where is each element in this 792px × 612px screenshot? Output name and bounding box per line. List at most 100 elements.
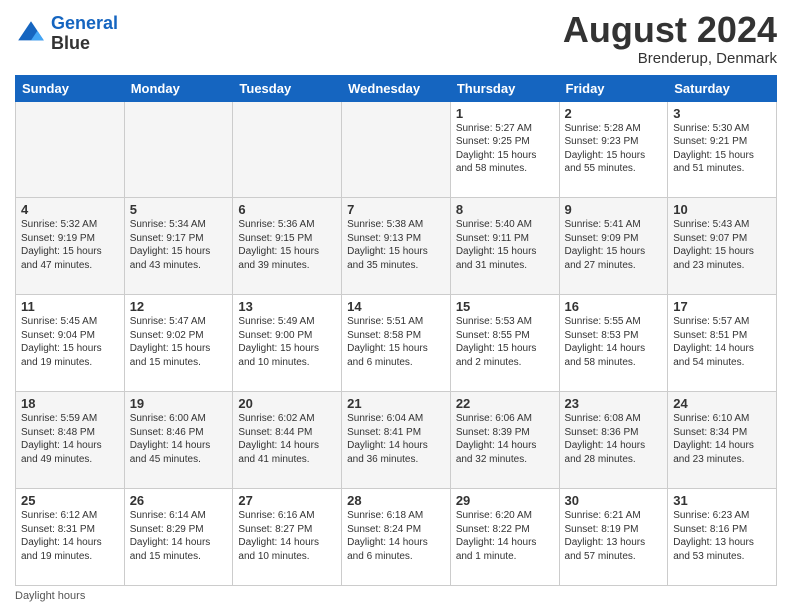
day-info: Sunrise: 5:27 AM Sunset: 9:25 PM Dayligh… — [456, 122, 554, 176]
day-info: Sunrise: 6:20 AM Sunset: 8:22 PM Dayligh… — [456, 509, 554, 563]
day-number: 25 — [21, 493, 119, 508]
calendar-body: 1Sunrise: 5:27 AM Sunset: 9:25 PM Daylig… — [16, 101, 777, 585]
calendar-cell: 2Sunrise: 5:28 AM Sunset: 9:23 PM Daylig… — [559, 101, 668, 198]
page: General Blue August 2024 Brenderup, Denm… — [0, 0, 792, 612]
day-info: Sunrise: 6:00 AM Sunset: 8:46 PM Dayligh… — [130, 412, 228, 466]
day-info: Sunrise: 6:14 AM Sunset: 8:29 PM Dayligh… — [130, 509, 228, 563]
day-number: 9 — [565, 202, 663, 217]
day-info: Sunrise: 5:55 AM Sunset: 8:53 PM Dayligh… — [565, 315, 663, 369]
day-info: Sunrise: 5:34 AM Sunset: 9:17 PM Dayligh… — [130, 218, 228, 272]
calendar-cell — [342, 101, 451, 198]
day-info: Sunrise: 5:30 AM Sunset: 9:21 PM Dayligh… — [673, 122, 771, 176]
day-number: 14 — [347, 299, 445, 314]
day-info: Sunrise: 5:36 AM Sunset: 9:15 PM Dayligh… — [238, 218, 336, 272]
day-info: Sunrise: 6:16 AM Sunset: 8:27 PM Dayligh… — [238, 509, 336, 563]
day-number: 21 — [347, 396, 445, 411]
day-number: 18 — [21, 396, 119, 411]
calendar-cell: 18Sunrise: 5:59 AM Sunset: 8:48 PM Dayli… — [16, 392, 125, 489]
day-info: Sunrise: 6:18 AM Sunset: 8:24 PM Dayligh… — [347, 509, 445, 563]
calendar-cell: 3Sunrise: 5:30 AM Sunset: 9:21 PM Daylig… — [668, 101, 777, 198]
day-number: 1 — [456, 106, 554, 121]
footer-note: Daylight hours — [15, 590, 777, 602]
calendar-cell: 10Sunrise: 5:43 AM Sunset: 9:07 PM Dayli… — [668, 198, 777, 295]
weekday-header-sunday: Sunday — [16, 75, 125, 101]
calendar-cell — [16, 101, 125, 198]
day-info: Sunrise: 5:38 AM Sunset: 9:13 PM Dayligh… — [347, 218, 445, 272]
day-number: 6 — [238, 202, 336, 217]
day-number: 31 — [673, 493, 771, 508]
logo: General Blue — [15, 14, 118, 54]
day-number: 20 — [238, 396, 336, 411]
day-number: 22 — [456, 396, 554, 411]
weekday-header-tuesday: Tuesday — [233, 75, 342, 101]
calendar-week-3: 11Sunrise: 5:45 AM Sunset: 9:04 PM Dayli… — [16, 295, 777, 392]
weekday-header-monday: Monday — [124, 75, 233, 101]
calendar-cell: 20Sunrise: 6:02 AM Sunset: 8:44 PM Dayli… — [233, 392, 342, 489]
day-number: 15 — [456, 299, 554, 314]
weekday-header-thursday: Thursday — [450, 75, 559, 101]
day-number: 19 — [130, 396, 228, 411]
day-info: Sunrise: 5:32 AM Sunset: 9:19 PM Dayligh… — [21, 218, 119, 272]
header: General Blue August 2024 Brenderup, Denm… — [15, 10, 777, 67]
day-info: Sunrise: 6:12 AM Sunset: 8:31 PM Dayligh… — [21, 509, 119, 563]
logo-text: General Blue — [51, 14, 118, 54]
day-info: Sunrise: 6:08 AM Sunset: 8:36 PM Dayligh… — [565, 412, 663, 466]
logo-icon — [15, 18, 47, 50]
calendar-cell: 11Sunrise: 5:45 AM Sunset: 9:04 PM Dayli… — [16, 295, 125, 392]
day-info: Sunrise: 5:43 AM Sunset: 9:07 PM Dayligh… — [673, 218, 771, 272]
calendar-cell: 30Sunrise: 6:21 AM Sunset: 8:19 PM Dayli… — [559, 489, 668, 586]
calendar-header: SundayMondayTuesdayWednesdayThursdayFrid… — [16, 75, 777, 101]
weekday-header-wednesday: Wednesday — [342, 75, 451, 101]
calendar-cell: 27Sunrise: 6:16 AM Sunset: 8:27 PM Dayli… — [233, 489, 342, 586]
day-info: Sunrise: 6:10 AM Sunset: 8:34 PM Dayligh… — [673, 412, 771, 466]
day-info: Sunrise: 5:51 AM Sunset: 8:58 PM Dayligh… — [347, 315, 445, 369]
calendar-cell: 6Sunrise: 5:36 AM Sunset: 9:15 PM Daylig… — [233, 198, 342, 295]
day-info: Sunrise: 5:45 AM Sunset: 9:04 PM Dayligh… — [21, 315, 119, 369]
calendar-cell: 17Sunrise: 5:57 AM Sunset: 8:51 PM Dayli… — [668, 295, 777, 392]
calendar-week-5: 25Sunrise: 6:12 AM Sunset: 8:31 PM Dayli… — [16, 489, 777, 586]
day-info: Sunrise: 6:04 AM Sunset: 8:41 PM Dayligh… — [347, 412, 445, 466]
calendar-cell: 14Sunrise: 5:51 AM Sunset: 8:58 PM Dayli… — [342, 295, 451, 392]
day-number: 30 — [565, 493, 663, 508]
day-info: Sunrise: 5:53 AM Sunset: 8:55 PM Dayligh… — [456, 315, 554, 369]
calendar-week-1: 1Sunrise: 5:27 AM Sunset: 9:25 PM Daylig… — [16, 101, 777, 198]
day-info: Sunrise: 6:23 AM Sunset: 8:16 PM Dayligh… — [673, 509, 771, 563]
calendar-cell: 4Sunrise: 5:32 AM Sunset: 9:19 PM Daylig… — [16, 198, 125, 295]
day-number: 28 — [347, 493, 445, 508]
calendar-cell: 1Sunrise: 5:27 AM Sunset: 9:25 PM Daylig… — [450, 101, 559, 198]
weekday-row: SundayMondayTuesdayWednesdayThursdayFrid… — [16, 75, 777, 101]
day-number: 27 — [238, 493, 336, 508]
calendar-cell: 9Sunrise: 5:41 AM Sunset: 9:09 PM Daylig… — [559, 198, 668, 295]
title-block: August 2024 Brenderup, Denmark — [563, 10, 777, 67]
calendar-cell: 25Sunrise: 6:12 AM Sunset: 8:31 PM Dayli… — [16, 489, 125, 586]
day-number: 2 — [565, 106, 663, 121]
location: Brenderup, Denmark — [563, 50, 777, 67]
day-number: 7 — [347, 202, 445, 217]
day-info: Sunrise: 5:28 AM Sunset: 9:23 PM Dayligh… — [565, 122, 663, 176]
day-number: 29 — [456, 493, 554, 508]
month-title: August 2024 — [563, 10, 777, 50]
calendar-cell: 7Sunrise: 5:38 AM Sunset: 9:13 PM Daylig… — [342, 198, 451, 295]
day-number: 3 — [673, 106, 771, 121]
day-info: Sunrise: 5:40 AM Sunset: 9:11 PM Dayligh… — [456, 218, 554, 272]
calendar-cell: 8Sunrise: 5:40 AM Sunset: 9:11 PM Daylig… — [450, 198, 559, 295]
calendar-cell: 29Sunrise: 6:20 AM Sunset: 8:22 PM Dayli… — [450, 489, 559, 586]
day-info: Sunrise: 5:49 AM Sunset: 9:00 PM Dayligh… — [238, 315, 336, 369]
day-info: Sunrise: 6:21 AM Sunset: 8:19 PM Dayligh… — [565, 509, 663, 563]
day-number: 12 — [130, 299, 228, 314]
weekday-header-friday: Friday — [559, 75, 668, 101]
calendar-cell: 5Sunrise: 5:34 AM Sunset: 9:17 PM Daylig… — [124, 198, 233, 295]
weekday-header-saturday: Saturday — [668, 75, 777, 101]
calendar-week-4: 18Sunrise: 5:59 AM Sunset: 8:48 PM Dayli… — [16, 392, 777, 489]
day-number: 8 — [456, 202, 554, 217]
day-info: Sunrise: 6:06 AM Sunset: 8:39 PM Dayligh… — [456, 412, 554, 466]
day-number: 23 — [565, 396, 663, 411]
day-number: 26 — [130, 493, 228, 508]
calendar-cell: 26Sunrise: 6:14 AM Sunset: 8:29 PM Dayli… — [124, 489, 233, 586]
day-number: 11 — [21, 299, 119, 314]
day-info: Sunrise: 6:02 AM Sunset: 8:44 PM Dayligh… — [238, 412, 336, 466]
day-info: Sunrise: 5:57 AM Sunset: 8:51 PM Dayligh… — [673, 315, 771, 369]
day-number: 17 — [673, 299, 771, 314]
calendar-cell: 24Sunrise: 6:10 AM Sunset: 8:34 PM Dayli… — [668, 392, 777, 489]
calendar-cell: 23Sunrise: 6:08 AM Sunset: 8:36 PM Dayli… — [559, 392, 668, 489]
